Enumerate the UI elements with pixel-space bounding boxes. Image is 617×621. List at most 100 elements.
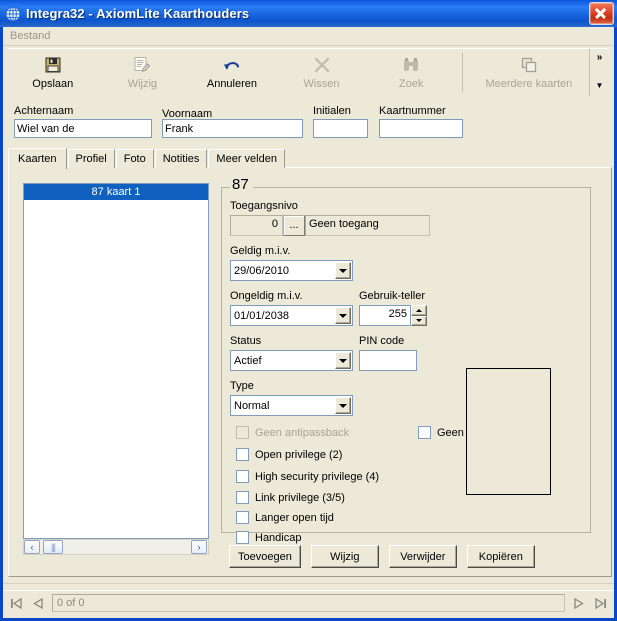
gebruik-teller-value[interactable]: 255: [359, 305, 411, 326]
statusbar-divider: [3, 583, 614, 584]
checkbox-open-privilege[interactable]: Open privilege (2): [236, 448, 342, 461]
checkbox-box[interactable]: [418, 426, 431, 439]
checkbox-label: Link privilege (3/5): [255, 491, 345, 504]
checkbox-box[interactable]: [236, 426, 249, 439]
application-window: Integra32 - AxiomLite Kaarthouders Besta…: [0, 0, 617, 621]
scrollbar-track[interactable]: [63, 540, 191, 554]
ongeldig-miv-combobox[interactable]: 01/01/2038: [230, 305, 353, 326]
window-title: Integra32 - AxiomLite Kaarthouders: [26, 6, 250, 21]
record-navigator: 0 of 0: [3, 590, 614, 615]
checkbox-label: Handicap: [255, 531, 302, 544]
toolbar-overflow-button[interactable]: » ▼: [588, 49, 609, 96]
tab-page-kaarten: 87 kaart 1 ‹ ||| › 87 Toegangsnivo 0 ...…: [8, 167, 612, 577]
scroll-right-icon[interactable]: ›: [191, 540, 207, 554]
tab-kaarten[interactable]: Kaarten: [8, 148, 67, 169]
list-item[interactable]: 87 kaart 1: [24, 184, 208, 200]
undo-icon: [222, 55, 242, 75]
checkbox-box[interactable]: [236, 448, 249, 461]
nav-first-icon[interactable]: [5, 594, 27, 613]
label-toegangsnivo: Toegangsnivo: [230, 200, 298, 212]
toevoegen-button[interactable]: Toevoegen: [229, 545, 301, 568]
status-value: Actief: [234, 354, 262, 367]
tab-meer-velden[interactable]: Meer velden: [208, 149, 285, 168]
initialen-input[interactable]: [313, 119, 368, 138]
label-type: Type: [230, 380, 254, 392]
verwijder-button[interactable]: Verwijder: [388, 545, 457, 568]
close-icon[interactable]: [589, 2, 614, 25]
checkbox-label: Open privilege (2): [255, 448, 343, 461]
pin-code-input[interactable]: [359, 350, 417, 371]
kopieren-button[interactable]: Kopiëren: [466, 545, 535, 568]
menu-item-bestand[interactable]: Bestand: [3, 28, 57, 44]
toolbar-button-wijzig[interactable]: Wijzig: [98, 49, 188, 96]
kaartnummer-input[interactable]: [379, 119, 463, 138]
checkbox-box[interactable]: [236, 531, 249, 544]
checkbox-link-privilege[interactable]: Link privilege (3/5): [236, 491, 345, 504]
toolbar-button-annuleren[interactable]: Annuleren: [187, 49, 277, 96]
card-list-horizontal-scrollbar[interactable]: ‹ ||| ›: [23, 539, 209, 555]
toolbar-button-opslaan[interactable]: Opslaan: [8, 49, 98, 96]
checkbox-label: Langer open tijd: [255, 511, 334, 524]
checkbox-high-security-privilege[interactable]: High security privilege (4): [236, 470, 379, 483]
checkbox-geen-antipassback[interactable]: Geen antipassback: [236, 426, 349, 439]
toegangsnivo-name: Geen toegang: [305, 215, 430, 236]
tab-strip: Kaarten Profiel Foto Notities Meer velde…: [8, 148, 612, 169]
toegangsnivo-browse-button[interactable]: ...: [283, 215, 305, 236]
toolbar-label-wissen: Wissen: [303, 78, 340, 90]
checkbox-langer-open-tijd[interactable]: Langer open tijd: [236, 511, 334, 524]
toolbar-label-meerdere-kaarten: Meerdere kaarten: [485, 78, 573, 90]
checkbox-box[interactable]: [236, 491, 249, 504]
card-list[interactable]: 87 kaart 1: [23, 183, 209, 539]
menu-bar: Bestand: [3, 27, 614, 46]
type-combobox[interactable]: Normal: [230, 395, 353, 416]
globe-icon: [5, 6, 21, 22]
toegangsnivo-number: 0: [230, 215, 283, 236]
toolbar-button-wissen[interactable]: Wissen: [277, 49, 367, 96]
wijzig-button[interactable]: Wijzig: [310, 545, 379, 568]
voornaam-input[interactable]: [162, 119, 303, 138]
chevron-down-icon: ▼: [595, 81, 604, 90]
chevron-down-icon[interactable]: [335, 262, 351, 279]
tab-notities[interactable]: Notities: [154, 149, 208, 168]
checkbox-box[interactable]: [236, 511, 249, 524]
toolbar: Opslaan Wijzig Annuleren Wissen Zoek Mee…: [8, 48, 609, 96]
checkbox-box[interactable]: [236, 470, 249, 483]
tab-profiel[interactable]: Profiel: [67, 149, 115, 168]
scroll-left-icon[interactable]: ‹: [24, 540, 40, 554]
geldig-miv-combobox[interactable]: 29/06/2010: [230, 260, 353, 281]
stepper-down-icon[interactable]: [411, 315, 427, 326]
title-bar: Integra32 - AxiomLite Kaarthouders: [0, 0, 617, 27]
toolbar-button-zoek[interactable]: Zoek: [366, 49, 456, 96]
delete-x-icon: [313, 55, 331, 75]
nav-last-icon[interactable]: [590, 594, 612, 613]
achternaam-input[interactable]: [14, 119, 152, 138]
copy-cards-icon: [520, 55, 538, 75]
checkbox-handicap[interactable]: Handicap: [236, 531, 301, 544]
toegangsnivo-control[interactable]: 0 ... Geen toegang: [230, 215, 430, 236]
toolbar-separator: [461, 53, 463, 92]
status-combobox[interactable]: Actief: [230, 350, 353, 371]
toolbar-label-annuleren: Annuleren: [206, 78, 258, 90]
chevron-down-icon[interactable]: [335, 307, 351, 324]
gebruik-teller-stepper[interactable]: 255: [359, 305, 427, 326]
chevron-down-icon[interactable]: [335, 352, 351, 369]
toolbar-button-meerdere-kaarten[interactable]: Meerdere kaarten: [469, 49, 589, 96]
card-action-buttons: Toevoegen Wijzig Verwijder Kopiëren: [229, 545, 535, 568]
checkbox-label: Geen antipassback: [255, 426, 350, 439]
label-ongeldig-miv: Ongeldig m.i.v.: [230, 290, 303, 302]
gebruik-teller-buttons: [411, 305, 427, 326]
geldig-miv-value: 29/06/2010: [234, 264, 290, 277]
group-title-card-number: 87: [230, 177, 253, 192]
stepper-up-icon[interactable]: [411, 305, 427, 316]
label-initialen: Initialen: [313, 105, 351, 117]
nav-next-icon[interactable]: [568, 594, 590, 613]
edit-icon: [133, 55, 151, 75]
toolbar-label-zoek: Zoek: [398, 78, 424, 90]
scrollbar-thumb[interactable]: |||: [43, 540, 63, 554]
record-status-text: 0 of 0: [52, 594, 565, 612]
tab-foto[interactable]: Foto: [115, 149, 154, 168]
label-achternaam: Achternaam: [14, 105, 74, 117]
chevron-down-icon[interactable]: [335, 397, 351, 414]
nav-prev-icon[interactable]: [27, 594, 49, 613]
photo-frame: [466, 368, 551, 495]
